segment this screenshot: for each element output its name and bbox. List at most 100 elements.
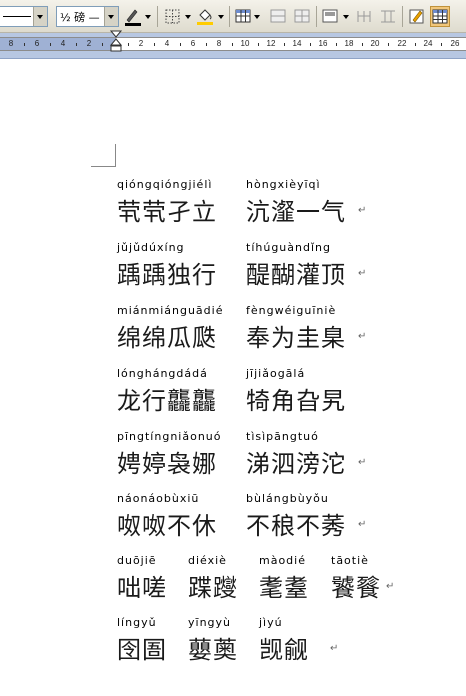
pinyin-text: lónghángdádá xyxy=(117,367,208,380)
ruler-label: 8 xyxy=(216,39,222,48)
ruler-tick xyxy=(232,43,233,46)
hanzi-text: 涕泗滂沱 xyxy=(246,450,346,478)
ruler-tick xyxy=(388,43,389,46)
autoformat-button[interactable] xyxy=(407,6,427,27)
merge-cells-icon xyxy=(270,9,286,23)
paragraph-mark-icon: ↵ xyxy=(358,457,367,468)
line-style-preview xyxy=(3,16,31,17)
pinyin-text: diéxiè xyxy=(188,554,227,567)
drawing-toolbar: ½ 磅 — xyxy=(0,0,466,33)
table-icon xyxy=(235,9,251,23)
pinyin-text: duōjiē xyxy=(117,554,157,567)
distribute-rows-button[interactable] xyxy=(354,6,374,27)
hanzi-text: 奉为圭臬 xyxy=(246,324,346,352)
borders-icon xyxy=(165,9,180,24)
ruler-tick xyxy=(362,43,363,46)
ruler-label: 8 xyxy=(8,39,14,48)
chevron-down-icon xyxy=(33,7,47,26)
pen-icon xyxy=(125,9,141,26)
idiom-row: lónghángdádá 龙行龘龘 jījiǎogālá 犄角旮旯 xyxy=(0,367,466,427)
pinyin-text: jìyú xyxy=(259,616,283,629)
hanzi-text: 耄耋 xyxy=(259,574,309,602)
document-page[interactable]: qióngqióngjiélì 茕茕孑立 hòngxièyīqì 沆瀣一气 ↵ … xyxy=(0,59,466,696)
idiom-row: qióngqióngjiélì 茕茕孑立 hòngxièyīqì 沆瀣一气 ↵ xyxy=(0,178,466,238)
idiom-row: jǔjǔdúxíng 踽踽独行 tíhúguàndǐng 醍醐灌顶 ↵ xyxy=(0,241,466,301)
ruler-label: 12 xyxy=(266,39,276,48)
paragraph-mark-icon: ↵ xyxy=(358,268,367,279)
chevron-down-icon[interactable] xyxy=(343,15,349,19)
ruler-margin-area xyxy=(0,38,116,50)
pinyin-text: jǔjǔdúxíng xyxy=(117,241,185,254)
hanzi-text: 咄嗟 xyxy=(117,574,167,602)
ruler-label: 6 xyxy=(34,39,40,48)
hanzi-text: 犄角旮旯 xyxy=(246,387,346,415)
line-color-button[interactable] xyxy=(123,6,143,27)
ruler-label: 14 xyxy=(292,39,302,48)
insert-table-button[interactable] xyxy=(233,6,253,27)
merge-cells-button[interactable] xyxy=(268,6,288,27)
ruler-tick xyxy=(336,43,337,46)
chevron-down-icon[interactable] xyxy=(185,15,191,19)
pinyin-text: tìsìpāngtuó xyxy=(246,430,319,443)
ruler-label: 22 xyxy=(397,39,407,48)
ruler-tick xyxy=(206,43,207,46)
hanzi-text: 囹圄 xyxy=(117,636,167,664)
pinyin-text: língyǔ xyxy=(117,616,157,629)
pinyin-text: bùlángbùyǒu xyxy=(246,492,329,505)
paint-bucket-icon xyxy=(197,9,213,25)
line-style-dropdown[interactable] xyxy=(0,6,48,27)
pinyin-text: náonáobùxiū xyxy=(117,492,200,505)
ruler-tick xyxy=(415,43,416,46)
hanzi-text: 觊觎 xyxy=(259,636,309,664)
hanzi-text: 呶呶不休 xyxy=(117,512,217,540)
idiom-row: náonáobùxiū 呶呶不休 bùlángbùyǒu 不稂不莠 ↵ xyxy=(0,492,466,552)
ruler-tick xyxy=(50,43,51,46)
hanzi-text: 踽踽独行 xyxy=(117,261,217,289)
ruler-label: 2 xyxy=(86,39,92,48)
ruler-label: 2 xyxy=(138,39,144,48)
ruler-tick xyxy=(76,43,77,46)
ruler-tick xyxy=(441,43,442,46)
pinyin-text: tāotiè xyxy=(331,554,369,567)
table-properties-button[interactable] xyxy=(430,6,450,27)
ruler-strip: 8 6 4 2 2 4 6 8 10 12 14 16 18 20 22 24 … xyxy=(0,37,466,51)
split-cells-button[interactable] xyxy=(292,6,312,27)
toolbar-separator xyxy=(157,6,158,27)
ruler-label: 18 xyxy=(344,39,354,48)
hanzi-text: 娉婷袅娜 xyxy=(117,450,217,478)
hanzi-text: 蘡薁 xyxy=(188,636,238,664)
idiom-row: duōjiē 咄嗟 diéxiè 蹀躞 màodié 耄耋 tāotiè 饕餮 … xyxy=(0,554,466,614)
pinyin-text: pīngtíngniǎonuó xyxy=(117,430,222,443)
ruler-tick xyxy=(258,43,259,46)
ruler-tick xyxy=(310,43,311,46)
paragraph-mark-icon: ↵ xyxy=(358,205,367,216)
chevron-down-icon[interactable] xyxy=(254,15,260,19)
hanzi-text: 龙行龘龘 xyxy=(117,387,217,415)
chevron-down-icon[interactable] xyxy=(145,15,151,19)
line-weight-dropdown[interactable]: ½ 磅 — xyxy=(56,6,119,27)
pinyin-text: tíhúguàndǐng xyxy=(246,241,331,254)
toolbar-separator xyxy=(402,6,403,27)
align-button[interactable] xyxy=(320,6,340,27)
horizontal-ruler[interactable]: 8 6 4 2 2 4 6 8 10 12 14 16 18 20 22 24 … xyxy=(0,30,466,59)
hanzi-text: 沆瀣一气 xyxy=(246,198,346,226)
fill-color-swatch xyxy=(197,22,213,25)
paragraph-mark-icon: ↵ xyxy=(330,643,339,654)
indent-marker-icon[interactable] xyxy=(110,30,122,52)
ruler-tick xyxy=(180,43,181,46)
pinyin-text: qióngqióngjiélì xyxy=(117,178,213,191)
ruler-label: 26 xyxy=(450,39,460,48)
ruler-tick xyxy=(24,43,25,46)
fill-color-button[interactable] xyxy=(195,6,215,27)
chevron-down-icon[interactable] xyxy=(218,15,224,19)
ruler-tick xyxy=(154,43,155,46)
toolbar-separator xyxy=(316,6,317,27)
ruler-label: 16 xyxy=(318,39,328,48)
pinyin-text: yīngyù xyxy=(188,616,232,629)
pinyin-text: hòngxièyīqì xyxy=(246,178,321,191)
border-button[interactable] xyxy=(163,6,183,27)
ruler-label: 24 xyxy=(423,39,433,48)
idiom-row: miánmiánguādié 绵绵瓜瓞 fèngwéiguīniè 奉为圭臬 ↵ xyxy=(0,304,466,364)
page-margin-corner xyxy=(91,144,116,167)
distribute-columns-button[interactable] xyxy=(378,6,398,27)
